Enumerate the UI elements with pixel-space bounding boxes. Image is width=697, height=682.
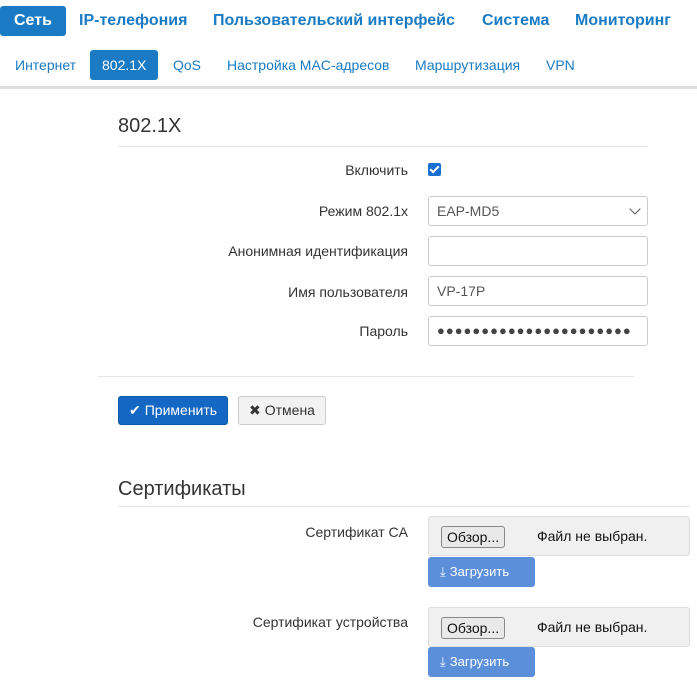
download-icon: ⤓ (440, 654, 446, 669)
download-icon: ⤓ (440, 564, 446, 579)
subnav-item-vpn[interactable]: VPN (534, 50, 587, 80)
ca-cert-browse-button[interactable]: Обзор... (441, 526, 506, 548)
section-title-certificates: Сертификаты (118, 478, 246, 500)
ca-cert-file-status: Файл не выбран. (537, 528, 648, 544)
sub-navigation: Интернет 802.1X QoS Настройка MAC-адресо… (0, 48, 697, 84)
section-divider (118, 146, 648, 147)
close-icon: ✖ (249, 402, 261, 418)
cancel-button-label: Отмена (264, 402, 315, 418)
subnav-item-mac-settings[interactable]: Настройка MAC-адресов (215, 50, 402, 80)
ca-cert-upload-button[interactable]: ⤓ Загрузить (428, 557, 535, 587)
section-title-8021x: 802.1X (118, 115, 182, 137)
cancel-button[interactable]: ✖ Отмена (238, 396, 326, 425)
device-cert-file-status: Файл не выбран. (537, 619, 648, 635)
subnav-item-8021x[interactable]: 802.1X (90, 50, 159, 80)
mode-select[interactable]: EAP-MD5 (428, 196, 648, 226)
username-label: Имя пользователя (288, 284, 408, 300)
upload-label: Загрузить (449, 564, 510, 579)
apply-button-label: Применить (144, 402, 218, 418)
chevron-down-icon (629, 203, 641, 215)
anon-id-label: Анонимная идентификация (228, 243, 408, 259)
device-cert-file-input: Обзор... Файл не выбран. (428, 607, 690, 647)
nav-divider (0, 86, 697, 89)
mode-label: Режим 802.1x (318, 203, 408, 219)
subnav-item-routing[interactable]: Маршрутизация (403, 50, 532, 80)
subnav-item-qos[interactable]: QoS (161, 50, 213, 80)
section-divider (118, 506, 690, 507)
device-cert-upload-button[interactable]: ⤓ Загрузить (428, 647, 535, 677)
subnav-item-internet[interactable]: Интернет (3, 50, 88, 80)
anon-id-input[interactable] (428, 236, 648, 266)
password-label: Пароль (359, 323, 408, 339)
topnav-item-user-interface[interactable]: Пользовательский интерфейс (199, 6, 469, 36)
topnav-item-system[interactable]: Система (468, 6, 563, 36)
enable-label: Включить (345, 162, 408, 178)
ca-cert-label: Сертификат CA (305, 524, 408, 540)
password-input[interactable]: ●●●●●●●●●●●●●●●●●●●●●● (428, 316, 648, 346)
enable-checkbox[interactable] (428, 163, 441, 176)
form-divider (98, 376, 634, 377)
topnav-item-ip-telephony[interactable]: IP-телефония (65, 6, 201, 36)
device-cert-label: Сертификат устройства (252, 614, 408, 630)
apply-button[interactable]: ✔ Применить (118, 396, 229, 425)
check-icon: ✔ (129, 402, 141, 418)
upload-label: Загрузить (449, 654, 510, 669)
topnav-item-network[interactable]: Сеть (0, 6, 66, 36)
device-cert-browse-button[interactable]: Обзор... (441, 617, 506, 639)
top-navigation: Сеть IP-телефония Пользовательский интер… (0, 0, 697, 44)
mode-select-value: EAP-MD5 (437, 203, 500, 219)
username-input[interactable]: VP-17P (428, 276, 648, 306)
topnav-item-monitoring[interactable]: Мониторинг (561, 6, 685, 36)
ca-cert-file-input: Обзор... Файл не выбран. (428, 516, 690, 556)
